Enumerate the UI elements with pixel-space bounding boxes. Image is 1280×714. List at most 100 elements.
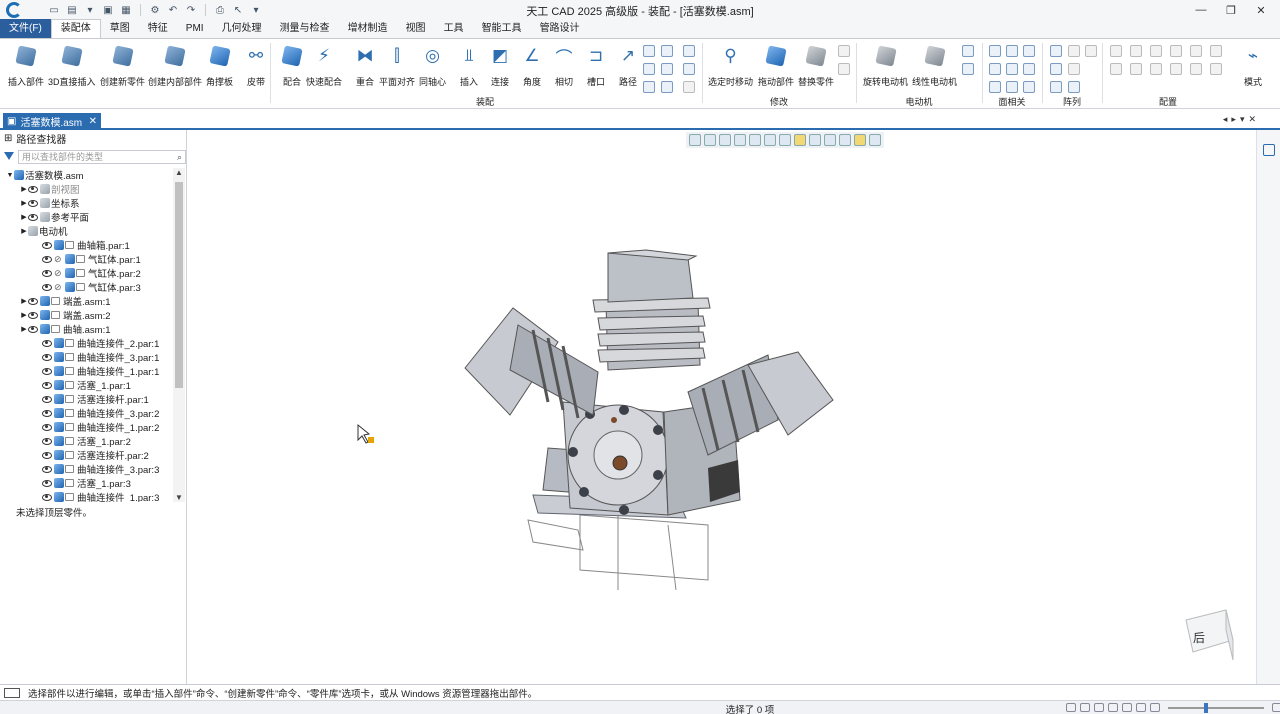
config-tool-icon[interactable] bbox=[1150, 63, 1162, 75]
belt-button[interactable]: ⚯ 皮带 bbox=[243, 43, 269, 88]
rotate-icon[interactable] bbox=[1122, 703, 1132, 712]
tree-item[interactable]: 曲轴连接件_1.par:1 bbox=[0, 364, 172, 378]
angle-button[interactable]: ∠ 角度 bbox=[519, 43, 545, 88]
expand-closed-icon[interactable]: ▶ bbox=[20, 311, 28, 319]
tree-item[interactable]: ▶ 坐标系 bbox=[0, 196, 172, 210]
tree-item[interactable]: ▶ 端盖.asm:2 bbox=[0, 308, 172, 322]
expand-closed-icon[interactable]: ▶ bbox=[20, 227, 28, 235]
visibility-eye-icon[interactable] bbox=[42, 367, 52, 375]
slot-button[interactable]: ⊐ 槽口 bbox=[583, 43, 609, 88]
visibility-eye-icon[interactable] bbox=[42, 437, 52, 445]
visibility-eye-icon[interactable] bbox=[42, 395, 52, 403]
tree-item[interactable]: 曲轴连接件_2.par:1 bbox=[0, 336, 172, 350]
tab-file[interactable]: 文件(F) bbox=[0, 19, 51, 38]
tab-smart-tools[interactable]: 智能工具 bbox=[473, 20, 531, 38]
filter-icon[interactable] bbox=[4, 152, 14, 162]
modify-small-tool-icon[interactable] bbox=[838, 63, 850, 75]
tree-item[interactable]: ▼ 活塞数模.asm bbox=[0, 168, 172, 182]
config-tool-icon[interactable] bbox=[1170, 63, 1182, 75]
visibility-eye-icon[interactable] bbox=[42, 241, 52, 249]
visibility-eye-icon[interactable] bbox=[28, 297, 38, 305]
tree-item[interactable]: 活塞_1.par:2 bbox=[0, 434, 172, 448]
face-tool-icon[interactable] bbox=[1023, 63, 1035, 75]
zoom-in-icon[interactable] bbox=[1272, 703, 1280, 712]
tree-item[interactable]: ▶ 曲轴.asm:1 bbox=[0, 322, 172, 336]
path-button[interactable]: ↗ 路径 bbox=[615, 43, 641, 88]
visibility-eye-icon[interactable] bbox=[42, 479, 52, 487]
tree-item[interactable]: 活塞_1.par:1 bbox=[0, 378, 172, 392]
pattern-tool-icon[interactable] bbox=[1050, 63, 1062, 75]
tab-tools[interactable]: 工具 bbox=[435, 20, 473, 38]
zoom-out-icon[interactable] bbox=[1150, 703, 1160, 712]
create-internal-part-button[interactable]: 创建内部部件 bbox=[148, 43, 202, 88]
document-tab[interactable]: ▣ 活塞数模.asm ✕ bbox=[3, 113, 101, 129]
keyboard-icon[interactable] bbox=[4, 687, 20, 698]
tab-geometry[interactable]: 几何处理 bbox=[213, 20, 271, 38]
mode-button[interactable]: ⌁ 模式 bbox=[1240, 43, 1266, 88]
visibility-eye-icon[interactable] bbox=[42, 381, 52, 389]
mate-button[interactable]: 配合 bbox=[279, 43, 305, 88]
fit-icon[interactable] bbox=[1094, 703, 1104, 712]
tree-item[interactable]: 曲轴连接件_3.par:3 bbox=[0, 462, 172, 476]
tree-item[interactable]: 曲轴连接件_3.par:2 bbox=[0, 406, 172, 420]
pattern-tool-icon[interactable] bbox=[1085, 45, 1097, 57]
graphics-viewport[interactable]: 后 bbox=[188, 130, 1256, 684]
visibility-eye-icon[interactable] bbox=[42, 353, 52, 361]
move-on-select-button[interactable]: ⚲ 选定时移动 bbox=[708, 43, 753, 88]
view-cube[interactable]: 后 bbox=[1185, 609, 1234, 661]
tree-item[interactable]: ⊘ 气缸体.par:1 bbox=[0, 252, 172, 266]
zoom-icon[interactable] bbox=[1066, 703, 1076, 712]
tree-item[interactable]: 活塞连接杆.par:1 bbox=[0, 392, 172, 406]
gusset-button[interactable]: 角撑板 bbox=[206, 43, 233, 88]
modify-small-tool-icon[interactable] bbox=[838, 45, 850, 57]
tree-item[interactable]: ⊘ 气缸体.par:2 bbox=[0, 266, 172, 280]
coincident-button[interactable]: ⧓ 重合 bbox=[352, 43, 378, 88]
mate-small-tool-icon[interactable] bbox=[683, 81, 695, 93]
concentric-button[interactable]: ◎ 同轴心 bbox=[419, 43, 446, 88]
minimize-icon[interactable]: — bbox=[1186, 0, 1216, 20]
tree-item[interactable]: ▶ 端盖.asm:1 bbox=[0, 294, 172, 308]
planar-align-button[interactable]: ⫿ 平面对齐 bbox=[379, 43, 415, 88]
pattern-tool-icon[interactable] bbox=[1068, 63, 1080, 75]
connect-button[interactable]: ◩ 连接 bbox=[487, 43, 513, 88]
pattern-tool-icon[interactable] bbox=[1050, 81, 1062, 93]
face-tool-icon[interactable] bbox=[1023, 45, 1035, 57]
face-tool-icon[interactable] bbox=[989, 63, 1001, 75]
mate-small-tool-icon[interactable] bbox=[683, 63, 695, 75]
config-tool-icon[interactable] bbox=[1110, 63, 1122, 75]
tree-item[interactable]: ▶ 剖视图 bbox=[0, 182, 172, 196]
search-icon[interactable]: ⌕ bbox=[177, 151, 182, 163]
part-library-icon[interactable] bbox=[1263, 144, 1275, 156]
visibility-eye-icon[interactable] bbox=[42, 409, 52, 417]
visibility-eye-icon[interactable] bbox=[28, 311, 38, 319]
mate-small-tool-icon[interactable] bbox=[661, 81, 673, 93]
visibility-eye-icon[interactable] bbox=[42, 269, 52, 277]
expand-closed-icon[interactable]: ▶ bbox=[20, 325, 28, 333]
part-search-input[interactable]: 用以查找部件的类型 ⌕ bbox=[18, 150, 186, 164]
mate-small-tool-icon[interactable] bbox=[661, 63, 673, 75]
view-icon[interactable] bbox=[1136, 703, 1146, 712]
expand-closed-icon[interactable]: ▶ bbox=[20, 213, 28, 221]
face-tool-icon[interactable] bbox=[989, 81, 1001, 93]
config-tool-icon[interactable] bbox=[1190, 63, 1202, 75]
visibility-eye-icon[interactable] bbox=[42, 339, 52, 347]
tab-view[interactable]: 视图 bbox=[397, 20, 435, 38]
tab-scroll-controls[interactable]: ◂▸▾✕ bbox=[1223, 114, 1260, 125]
tree-item[interactable]: 活塞连接杆.par:2 bbox=[0, 448, 172, 462]
config-tool-icon[interactable] bbox=[1130, 63, 1142, 75]
quick-mate-button[interactable]: ⚡ 快速配合 bbox=[306, 43, 342, 88]
tab-feature[interactable]: 特征 bbox=[139, 20, 177, 38]
rotary-motor-button[interactable]: 旋转电动机 bbox=[863, 43, 908, 88]
scroll-thumb[interactable] bbox=[175, 182, 183, 388]
config-tool-icon[interactable] bbox=[1150, 45, 1162, 57]
tree-item[interactable]: ▶ 参考平面 bbox=[0, 210, 172, 224]
visibility-eye-icon[interactable] bbox=[42, 493, 52, 501]
visibility-eye-icon[interactable] bbox=[42, 451, 52, 459]
create-new-part-button[interactable]: 创建新零件 bbox=[100, 43, 145, 88]
visibility-eye-icon[interactable] bbox=[28, 199, 38, 207]
tree-scrollbar[interactable]: ▲ ▼ bbox=[173, 168, 185, 502]
drag-part-button[interactable]: 拖动部件 bbox=[758, 43, 794, 88]
tree-item[interactable]: 曲轴连接件_3.par:1 bbox=[0, 350, 172, 364]
motor-small-tool-icon[interactable] bbox=[962, 45, 974, 57]
scroll-up-icon[interactable]: ▲ bbox=[175, 168, 183, 177]
